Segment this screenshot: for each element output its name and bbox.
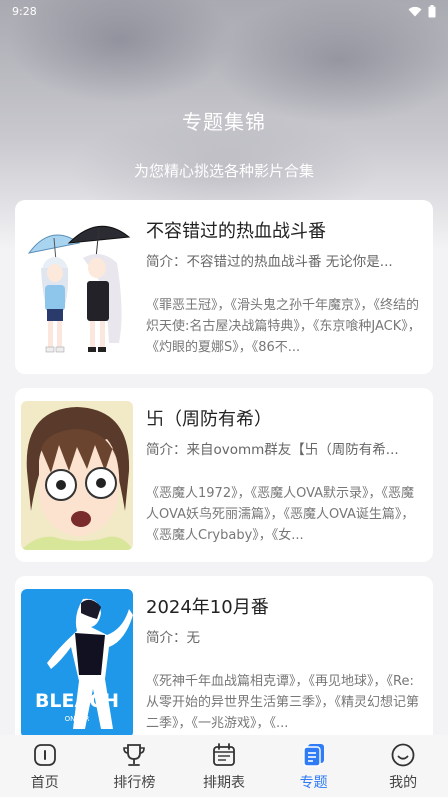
topic-cover-image: BLEACH ON AIR: [21, 589, 133, 738]
status-bar: 9:28: [0, 0, 448, 22]
topic-cover-image: [21, 213, 133, 362]
topic-works: 《恶魔人1972》，《恶魔人OVA默示录》，《恶魔人OVA妖鸟死丽濡篇》，《恶魔…: [146, 486, 415, 543]
page-title: 专题集锦: [182, 110, 266, 134]
poster-subtitle: ON AIR: [65, 715, 90, 723]
bottom-nav: 首页 排行榜 排期表 专题 我的: [0, 735, 448, 797]
topic-title: 卐（周防有希）: [146, 409, 272, 430]
nav-home[interactable]: 首页: [0, 735, 90, 797]
nav-schedule-label: 排期表: [202, 775, 245, 791]
status-time: 9:28: [12, 4, 37, 18]
topic-card[interactable]: BLEACH ON AIR 2024年10月番 简介：无 《死神千年血战篇相克谭…: [15, 576, 433, 756]
topic-card[interactable]: 不容错过的热血战斗番 简介：不容错过的热血战斗番 无论你是... 《罪恶王冠》，…: [15, 200, 433, 374]
topic-intro: 简介：无: [146, 630, 200, 646]
trophy-icon: [123, 744, 146, 766]
topic-card[interactable]: 卐（周防有希） 简介：来自ovomm群友【卐（周防有希... 《恶魔人1972》…: [15, 388, 433, 562]
nav-ranking-label: 排行榜: [113, 775, 156, 791]
topic-title: 不容错过的热血战斗番: [146, 221, 326, 242]
topic-works: 《死神千年血战篇相克谭》，《再见地球》，《Re:从零开始的异世界生活第三季》，《…: [146, 674, 420, 731]
nav-profile[interactable]: 我的: [358, 735, 448, 797]
topic-cover-image: [21, 401, 133, 550]
nav-schedule[interactable]: 排期表: [179, 735, 269, 797]
nav-topics[interactable]: 专题: [269, 735, 359, 797]
calendar-icon: [213, 743, 235, 766]
poster-logo: BLEACH: [35, 690, 119, 712]
topic-intro: 简介：来自ovomm群友【卐（周防有希...: [146, 442, 399, 458]
profile-icon: [391, 743, 415, 767]
nav-home-label: 首页: [30, 775, 59, 791]
topic-icon: [302, 744, 324, 767]
topic-works: 《罪恶王冠》，《滑头鬼之孙千年魔京》，《终结的炽天使:名古屋决战篇特典》，《东京…: [146, 298, 421, 355]
page-subtitle: 为您精心挑选各种影片合集: [133, 162, 314, 180]
home-icon: [33, 744, 56, 766]
nav-topics-label: 专题: [299, 775, 328, 791]
nav-profile-label: 我的: [389, 775, 418, 791]
topic-title: 2024年10月番: [146, 597, 269, 618]
nav-ranking[interactable]: 排行榜: [90, 735, 180, 797]
topic-intro: 简介：不容错过的热血战斗番 无论你是...: [146, 254, 393, 270]
wifi-icon: [408, 6, 422, 16]
battery-icon: [428, 4, 436, 17]
